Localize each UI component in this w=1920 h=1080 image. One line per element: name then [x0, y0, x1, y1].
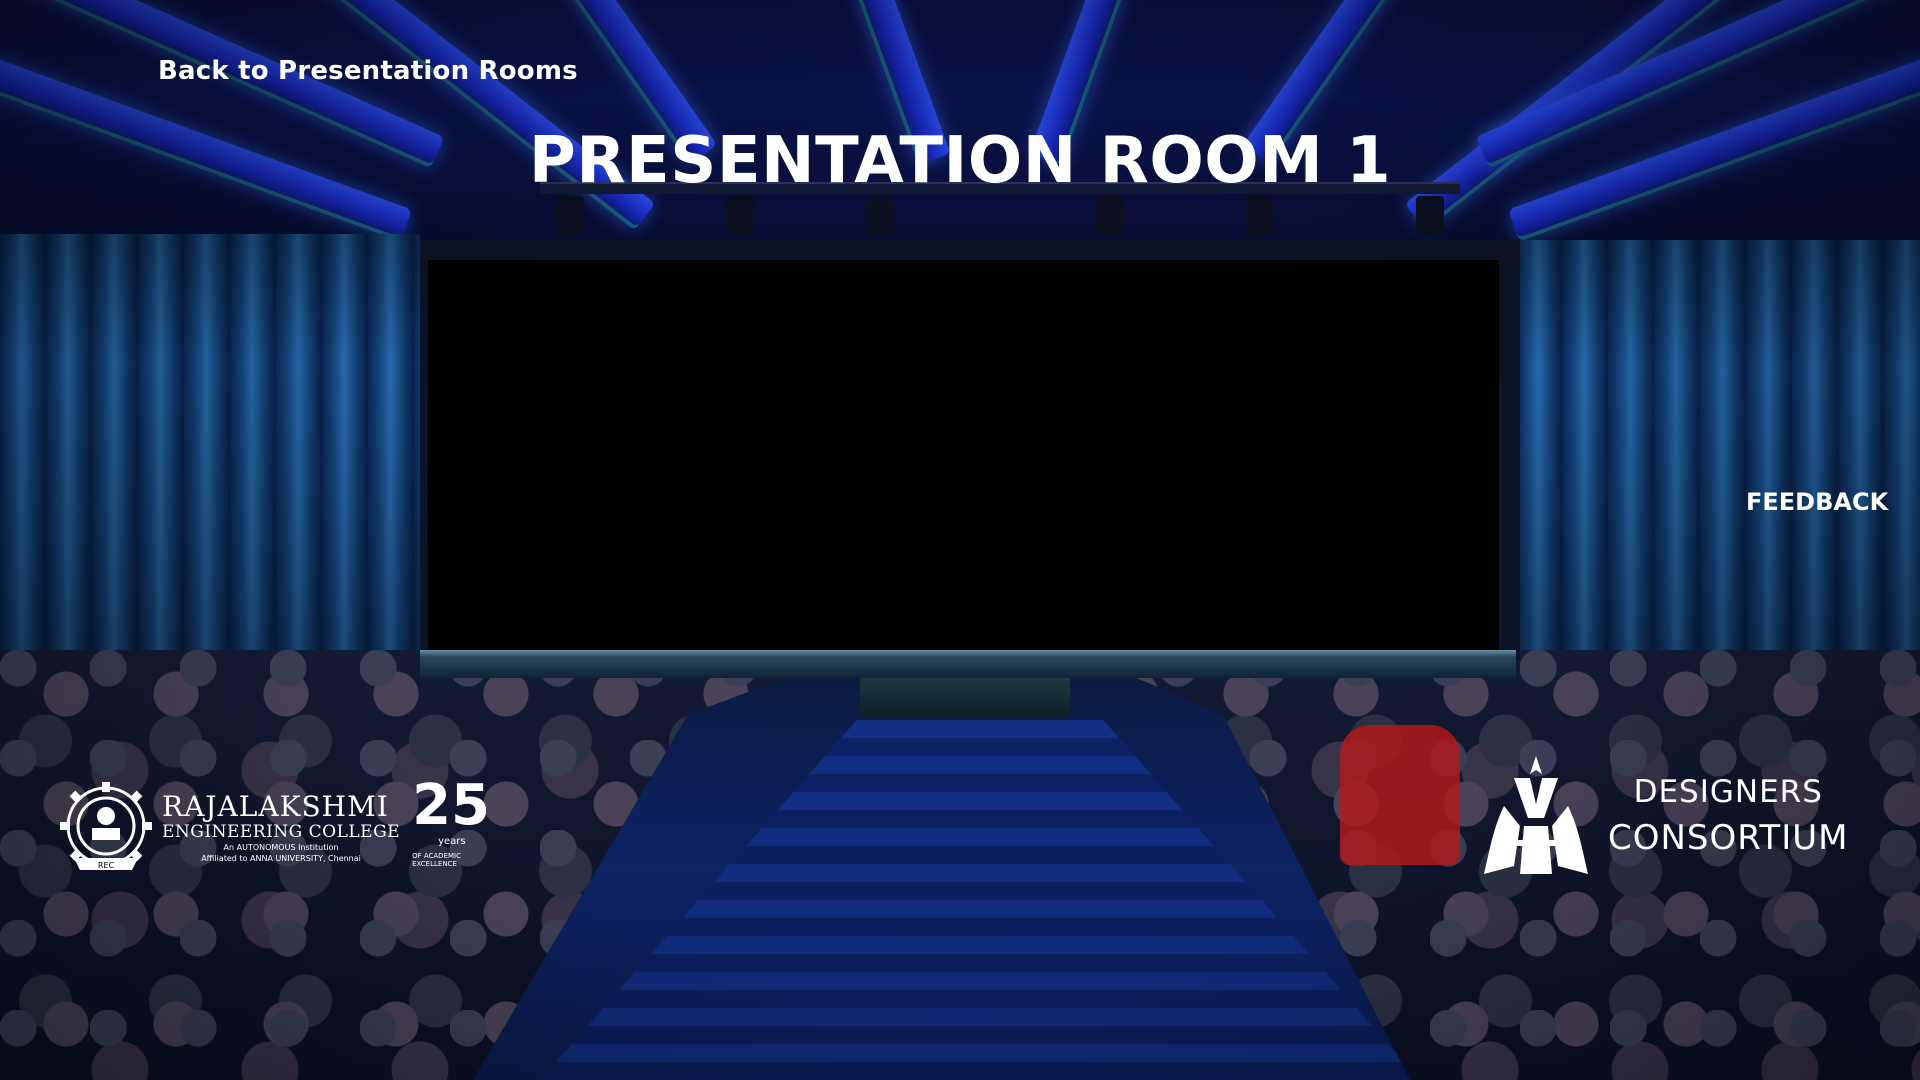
helmet-icon	[1484, 756, 1588, 874]
college-logo: REC RAJALAKSHMI ENGINEERING COLLEGE An A…	[56, 778, 490, 878]
stage-edge	[420, 650, 1516, 678]
college-name: RAJALAKSHMI	[162, 790, 389, 823]
ceiling-lights	[0, 0, 1920, 240]
consortium-line-2: CONSORTIUM	[1608, 818, 1849, 858]
audience-member	[1340, 725, 1460, 865]
stage-front	[860, 678, 1070, 718]
anniversary-unit: years	[438, 836, 466, 847]
anniversary-badge: 25 years OF ACADEMIC EXCELLENCE	[412, 778, 490, 878]
college-seal-text: REC	[98, 861, 115, 870]
anniversary-caption: OF ACADEMIC EXCELLENCE	[412, 852, 461, 868]
college-seal-icon: REC	[60, 782, 152, 870]
page-title: PRESENTATION ROOM 1	[528, 124, 1392, 198]
college-tagline-2: Affiliated to ANNA UNIVERSITY, Chennai	[201, 854, 361, 863]
curtain-right	[1516, 240, 1920, 660]
consortium-line-1: DESIGNERS	[1633, 774, 1823, 810]
feedback-button[interactable]: FEEDBACK	[1746, 488, 1888, 516]
anniversary-number: 25	[412, 773, 491, 838]
college-subtitle: ENGINEERING COLLEGE	[162, 822, 401, 842]
college-tagline-1: An AUTONOMOUS Institution	[223, 843, 339, 852]
curtain-left	[0, 234, 420, 654]
back-to-rooms-link[interactable]: Back to Presentation Rooms	[158, 56, 578, 86]
designers-consortium-logo: DESIGNERS CONSORTIUM	[1484, 756, 1848, 876]
presentation-screen[interactable]	[428, 260, 1499, 650]
